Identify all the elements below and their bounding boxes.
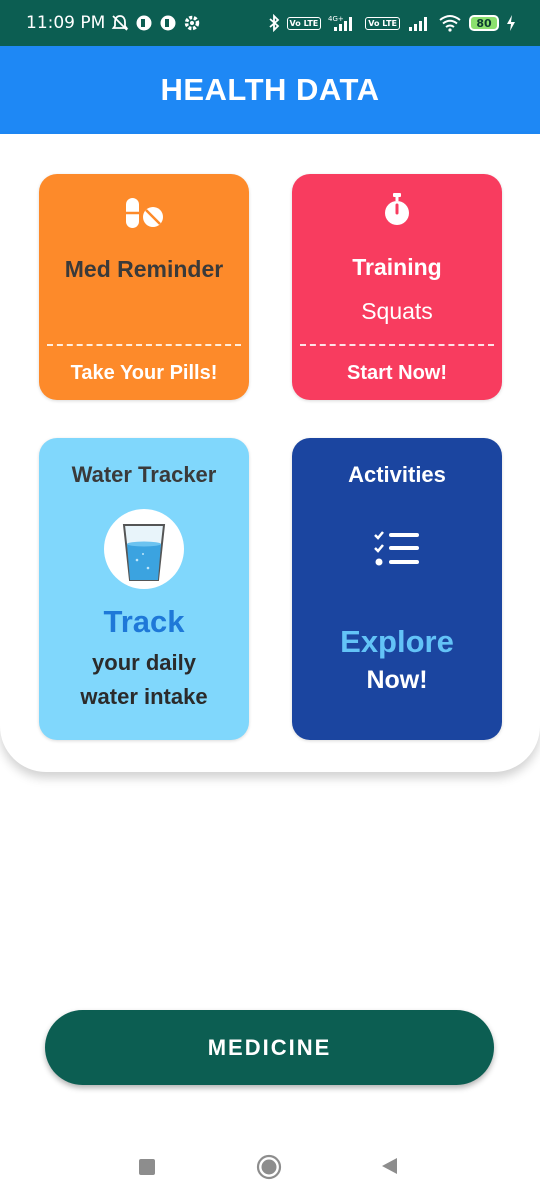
track-headline: Track (103, 604, 185, 639)
app-notification-icon-2 (159, 14, 177, 32)
app-bar: HEALTH DATA (0, 46, 540, 134)
stopwatch-icon (292, 192, 502, 228)
app-notification-icon (135, 14, 153, 32)
volte-badge-2: Vo LTE (365, 16, 400, 30)
explore-now-text: Now! (366, 666, 428, 694)
wifi-icon (438, 14, 462, 32)
pills-icon (39, 196, 249, 232)
svg-text:4G+: 4G+ (328, 15, 344, 23)
training-exercise: Squats (361, 298, 433, 324)
water-glass-icon (39, 508, 249, 590)
back-button[interactable] (381, 1157, 399, 1180)
med-reminder-title: Med Reminder (64, 256, 224, 282)
med-reminder-card[interactable]: Med Reminder Take Your Pills! (39, 174, 249, 400)
card-divider (300, 344, 494, 346)
signal-4g-icon: 4G+ (328, 14, 358, 32)
card-divider (47, 344, 241, 346)
page-title: HEALTH DATA (160, 72, 380, 107)
water-tracker-line2: water intake (80, 684, 208, 709)
status-bar: 11:09 PM Vo LTE 4G+ Vo LTE 80 (0, 0, 540, 46)
training-card[interactable]: Training Squats Start Now! (292, 174, 502, 400)
settings-gear-icon (183, 14, 201, 32)
water-tracker-title: Water Tracker (71, 462, 217, 487)
bluetooth-icon (268, 14, 280, 32)
status-time: 11:09 PM (26, 13, 106, 33)
water-tracker-card[interactable]: Water Tracker Track your daily water int… (39, 438, 249, 740)
signal-icon (407, 14, 431, 32)
home-button[interactable] (256, 1154, 282, 1185)
volte-badge: Vo LTE (286, 16, 322, 30)
activities-card[interactable]: Activities Explore Now! (292, 438, 502, 740)
activities-title: Activities (348, 462, 446, 487)
training-title: Training (352, 254, 442, 280)
recents-button[interactable] (138, 1158, 156, 1181)
explore-headline: Explore (340, 624, 454, 659)
start-now-link[interactable]: Start Now! (292, 362, 502, 385)
mute-alarm-icon (111, 14, 129, 32)
take-pills-link[interactable]: Take Your Pills! (39, 362, 249, 385)
water-tracker-line1: your daily (92, 650, 196, 675)
checklist-icon (292, 530, 502, 570)
card-panel: Med Reminder Take Your Pills! Training S… (0, 134, 540, 772)
charging-bolt-icon (506, 14, 516, 32)
battery-indicator: 80 (469, 15, 499, 31)
medicine-button[interactable]: MEDICINE (45, 1010, 494, 1085)
